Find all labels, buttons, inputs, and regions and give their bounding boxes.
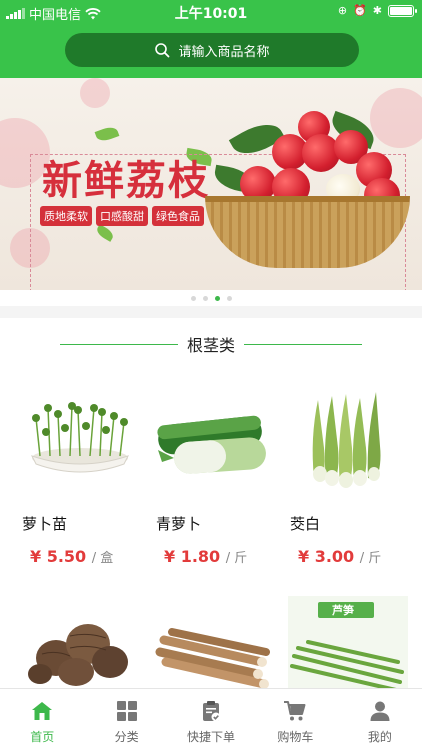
tab-label: 快捷下单	[187, 730, 236, 744]
battery-icon	[388, 4, 417, 17]
tab-label: 首页	[30, 730, 55, 744]
search-placeholder: 请输入商品名称	[178, 44, 270, 60]
product-name: 茭白	[290, 515, 321, 533]
price-unit: / 斤	[359, 551, 382, 566]
banner-tags: 质地柔软 口感酸甜 绿色食品	[40, 206, 204, 226]
home-icon	[32, 702, 53, 720]
app-screen: 中国电信 上午10:01 ⊕ ⏰ ✱ 请输入商品名称 新鲜荔枝 质地柔软 口感酸…	[0, 0, 422, 750]
green-radish-icon	[157, 415, 266, 474]
banner-title: 新鲜荔枝	[42, 157, 210, 204]
cart-icon	[284, 701, 306, 721]
pagination-dot-active[interactable]	[214, 295, 220, 301]
product-price: ¥ 5.50 / 盒	[30, 547, 113, 566]
water-bamboo-icon	[312, 392, 381, 488]
product-price: ¥ 3.00 / 斤	[298, 547, 381, 566]
banner-tag: 绿色食品	[152, 206, 204, 226]
price-value: ¥ 5.50	[30, 547, 87, 566]
radish-sprouts-icon	[31, 402, 129, 473]
price-unit: / 盒	[91, 551, 114, 566]
tab-label: 分类	[114, 730, 139, 744]
bluetooth-icon: ✱	[372, 4, 382, 17]
product-name: 青萝卜	[156, 515, 202, 533]
section-line-left	[60, 344, 178, 345]
price-unit: / 斤	[225, 551, 248, 566]
section-line-right	[244, 344, 362, 345]
header: 中国电信 上午10:01 ⊕ ⏰ ✱ 请输入商品名称	[0, 0, 422, 78]
asparagus-label: 芦笋	[332, 604, 354, 617]
price-value: ¥ 1.80	[164, 547, 221, 566]
lock-rotation-icon: ⊕	[337, 4, 348, 17]
search-icon	[155, 43, 170, 58]
grid-icon	[116, 701, 137, 721]
tab-label: 购物车	[277, 730, 314, 744]
bottom-tab-bar: 首页 分类 快捷下单 购物车 我的	[0, 688, 422, 750]
tab-home[interactable]: 首页	[0, 689, 84, 750]
tab-quick-order[interactable]: 快捷下单	[169, 689, 253, 750]
tab-category[interactable]: 分类	[84, 689, 168, 750]
pagination-dot[interactable]	[202, 295, 208, 301]
section-header: 根茎类	[0, 332, 422, 356]
search-bar[interactable]: 请输入商品名称	[65, 33, 359, 67]
tab-profile[interactable]: 我的	[338, 689, 422, 750]
section-divider	[0, 306, 422, 318]
status-right: ⊕ ⏰ ✱	[337, 4, 417, 17]
user-icon	[370, 701, 390, 721]
section-title: 根茎类	[186, 336, 235, 355]
product-price: ¥ 1.80 / 斤	[164, 547, 247, 566]
clipboard-check-icon	[203, 701, 221, 722]
tab-cart[interactable]: 购物车	[253, 689, 337, 750]
status-bar: 中国电信 上午10:01 ⊕ ⏰ ✱	[0, 0, 422, 24]
banner-tag: 质地柔软	[40, 206, 92, 226]
promo-banner[interactable]: 新鲜荔枝 质地柔软 口感酸甜 绿色食品	[0, 78, 422, 290]
alarm-icon: ⏰	[353, 4, 367, 17]
product-name: 萝卜苗	[22, 515, 68, 533]
pagination-dot[interactable]	[190, 295, 196, 301]
tab-label: 我的	[367, 730, 392, 744]
banner-tag: 口感酸甜	[96, 206, 148, 226]
banner-pagination	[0, 290, 422, 306]
price-value: ¥ 3.00	[298, 547, 355, 566]
pagination-dot[interactable]	[226, 295, 232, 301]
